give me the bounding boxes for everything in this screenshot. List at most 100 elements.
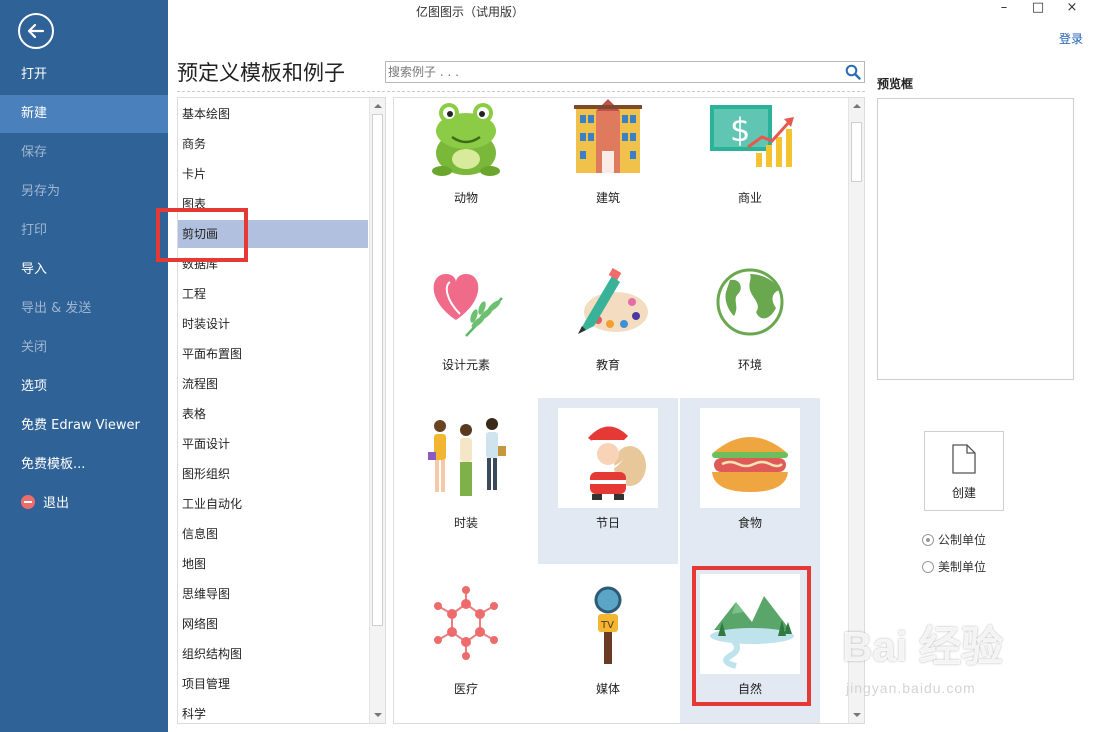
exit-icon xyxy=(21,495,35,509)
palette-pencil-icon xyxy=(558,250,658,350)
create-button[interactable]: 创建 xyxy=(924,431,1004,511)
template-tile-business[interactable]: $ 商业 xyxy=(680,98,820,239)
category-item[interactable]: 思维导图 xyxy=(178,580,368,608)
category-scrollbar[interactable] xyxy=(369,98,385,723)
scroll-up-icon[interactable] xyxy=(850,99,864,113)
sidebar-item-new[interactable]: 新建 xyxy=(0,95,168,133)
svg-text:TV: TV xyxy=(600,620,614,631)
sidebar-item-open[interactable]: 打开 xyxy=(0,56,168,94)
category-item[interactable]: 信息图 xyxy=(178,520,368,548)
page-title: 预定义模板和例子 xyxy=(177,61,345,85)
unit-metric-label: 公制单位 xyxy=(938,533,987,547)
unit-us-option[interactable]: 美制单位 xyxy=(922,558,986,575)
category-item[interactable]: 卡片 xyxy=(178,160,368,188)
baidu-watermark: Bai 经验 xyxy=(842,623,1004,670)
sidebar-item-close[interactable]: 关闭 xyxy=(0,329,168,367)
new-document-icon xyxy=(952,444,976,474)
template-tile-food[interactable]: 食物 xyxy=(680,398,820,564)
sidebar-item-export-send[interactable]: 导出 & 发送 xyxy=(0,290,168,328)
business-chart-icon: $ xyxy=(700,98,800,183)
template-label: 节日 xyxy=(595,516,620,530)
unit-us-label: 美制单位 xyxy=(938,560,987,574)
header-divider xyxy=(177,91,865,92)
search-icon[interactable] xyxy=(845,64,861,80)
sidebar-item-options[interactable]: 选项 xyxy=(0,368,168,406)
sidebar-item-save-as[interactable]: 另存为 xyxy=(0,173,168,211)
template-label: 设计元素 xyxy=(441,358,490,372)
template-label: 医疗 xyxy=(453,682,478,696)
template-label: 商业 xyxy=(737,191,762,205)
template-tile-media[interactable]: TV 媒体 xyxy=(538,564,678,723)
svg-text:$: $ xyxy=(730,111,750,149)
category-item[interactable]: 地图 xyxy=(178,550,368,578)
category-item[interactable]: 流程图 xyxy=(178,370,368,398)
unit-metric-option[interactable]: 公制单位 xyxy=(922,531,986,548)
molecule-icon xyxy=(416,574,516,674)
highlight-box-template xyxy=(692,566,811,706)
scroll-down-icon[interactable] xyxy=(850,708,864,722)
back-button[interactable] xyxy=(18,13,54,49)
category-item[interactable]: 科学 xyxy=(178,700,368,723)
burger-icon xyxy=(700,408,800,508)
sidebar-item-save[interactable]: 保存 xyxy=(0,134,168,172)
template-label: 环境 xyxy=(737,358,762,372)
template-label: 时装 xyxy=(453,516,478,530)
category-item[interactable]: 平面设计 xyxy=(178,430,368,458)
santa-icon xyxy=(558,408,658,508)
scroll-down-icon[interactable] xyxy=(371,708,385,722)
scroll-up-icon[interactable] xyxy=(371,99,385,113)
category-scroll-thumb[interactable] xyxy=(372,114,383,626)
highlight-box-category xyxy=(156,208,248,262)
category-item[interactable]: 表格 xyxy=(178,400,368,428)
category-item[interactable]: 项目管理 xyxy=(178,670,368,698)
tv-microphone-icon: TV xyxy=(558,574,658,674)
close-button[interactable]: × xyxy=(1062,0,1082,15)
sidebar-item-print[interactable]: 打印 xyxy=(0,212,168,250)
template-label: 教育 xyxy=(595,358,620,372)
sidebar-item-import[interactable]: 导入 xyxy=(0,251,168,289)
search-box xyxy=(385,61,865,83)
template-tile-building[interactable]: 建筑 xyxy=(538,98,678,239)
app-window: 打开 新建 保存 另存为 打印 导入 导出 & 发送 关闭 选项 免费 Edra… xyxy=(0,0,1093,732)
category-item[interactable]: 图形组织 xyxy=(178,460,368,488)
search-input[interactable] xyxy=(388,63,828,81)
category-item[interactable]: 平面布置图 xyxy=(178,340,368,368)
template-tile-medical[interactable]: 医疗 xyxy=(396,564,536,723)
sidebar-item-free-templates[interactable]: 免费模板... xyxy=(0,446,168,484)
template-tile-holiday[interactable]: 节日 xyxy=(538,398,678,564)
template-tile-design-elements[interactable]: 设计元素 xyxy=(396,240,536,406)
arrow-left-icon xyxy=(27,23,45,39)
login-link[interactable]: 登录 xyxy=(1059,30,1083,47)
category-item[interactable]: 组织结构图 xyxy=(178,640,368,668)
template-scroll-thumb[interactable] xyxy=(851,122,862,182)
template-tile-environment[interactable]: 环境 xyxy=(680,240,820,406)
preview-label: 预览框 xyxy=(877,77,914,91)
category-item[interactable]: 基本绘图 xyxy=(178,100,368,128)
template-tile-fashion[interactable]: 时装 xyxy=(396,398,536,564)
template-label: 建筑 xyxy=(595,191,620,205)
template-tile-education[interactable]: 教育 xyxy=(538,240,678,406)
globe-icon xyxy=(700,250,800,350)
building-icon xyxy=(558,98,658,183)
backstage-sidebar: 打开 新建 保存 另存为 打印 导入 导出 & 发送 关闭 选项 免费 Edra… xyxy=(0,0,168,732)
sidebar-item-exit[interactable]: 退出 xyxy=(0,485,168,523)
template-label: 媒体 xyxy=(595,682,620,696)
category-item[interactable]: 网络图 xyxy=(178,610,368,638)
template-tile-animal[interactable]: 动物 xyxy=(396,98,536,239)
category-item[interactable]: 时装设计 xyxy=(178,310,368,338)
radio-checked-icon[interactable] xyxy=(922,534,934,546)
minimize-button[interactable]: – xyxy=(994,0,1014,15)
category-item[interactable]: 工程 xyxy=(178,280,368,308)
preview-box xyxy=(877,98,1074,380)
frog-icon xyxy=(416,98,516,183)
sidebar-item-exit-label: 退出 xyxy=(43,496,70,511)
category-list: 基本绘图 商务 卡片 图表 剪切画 数据库 工程 时装设计 平面布置图 流程图 表格 平面设计 图形组织… xyxy=(177,97,386,724)
window-title: 亿图图示（试用版） xyxy=(415,5,524,19)
radio-unchecked-icon[interactable] xyxy=(922,561,934,573)
template-label: 动物 xyxy=(453,191,478,205)
heart-leaf-icon xyxy=(416,250,516,350)
category-item[interactable]: 工业自动化 xyxy=(178,490,368,518)
sidebar-item-edraw-viewer[interactable]: 免费 Edraw Viewer xyxy=(0,407,168,445)
category-item[interactable]: 商务 xyxy=(178,130,368,158)
maximize-button[interactable]: □ xyxy=(1028,0,1048,15)
